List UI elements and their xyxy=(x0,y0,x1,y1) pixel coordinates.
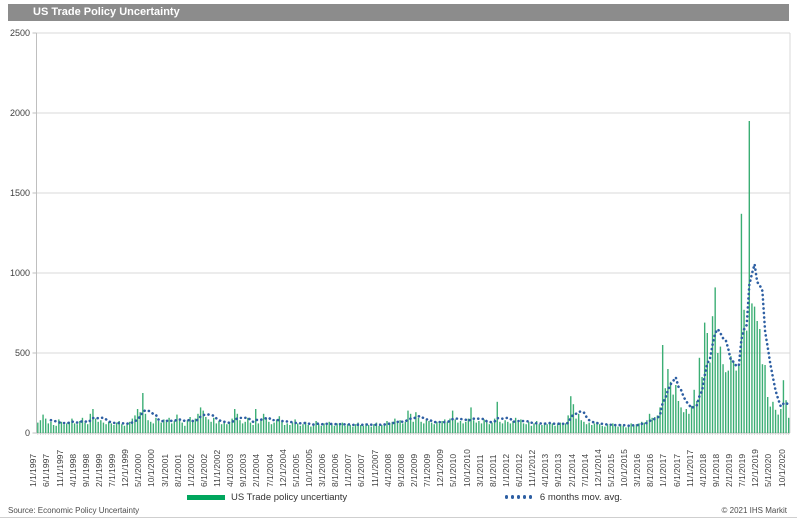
bar-series-label: US Trade policy uncertianty xyxy=(231,492,347,503)
moving-average-label: 6 months mov. avg. xyxy=(540,492,622,503)
legend-item-bars: US Trade policy uncertianty xyxy=(187,490,347,504)
y-axis-tick-label: 2500 xyxy=(0,28,30,38)
chart-window: US Trade Policy Uncertainty 050010001500… xyxy=(0,0,797,521)
copyright-note: © 2021 IHS Markit xyxy=(722,506,787,515)
y-axis-tick-label: 2000 xyxy=(0,108,30,118)
y-axis-tick-label: 0 xyxy=(0,428,30,438)
moving-average-swatch-icon xyxy=(505,495,535,498)
plot-area: 05001000150020002500 1/1/19976/1/199711/… xyxy=(0,0,797,495)
legend-item-moving-average: 6 months mov. avg. xyxy=(505,490,622,504)
bar-series-swatch-icon xyxy=(187,495,225,500)
footer: Source: Economic Policy Uncertainty © 20… xyxy=(0,503,797,516)
x-axis-tick-label: 10/1/2020 xyxy=(777,437,797,487)
y-axis-tick-label: 1500 xyxy=(0,188,30,198)
bottom-divider xyxy=(0,517,797,518)
source-note: Source: Economic Policy Uncertainty xyxy=(8,506,139,515)
legend: US Trade policy uncertianty 6 months mov… xyxy=(0,490,797,504)
y-axis-tick-label: 500 xyxy=(0,348,30,358)
chart-plot-svg xyxy=(0,0,797,490)
y-axis-tick-label: 1000 xyxy=(0,268,30,278)
